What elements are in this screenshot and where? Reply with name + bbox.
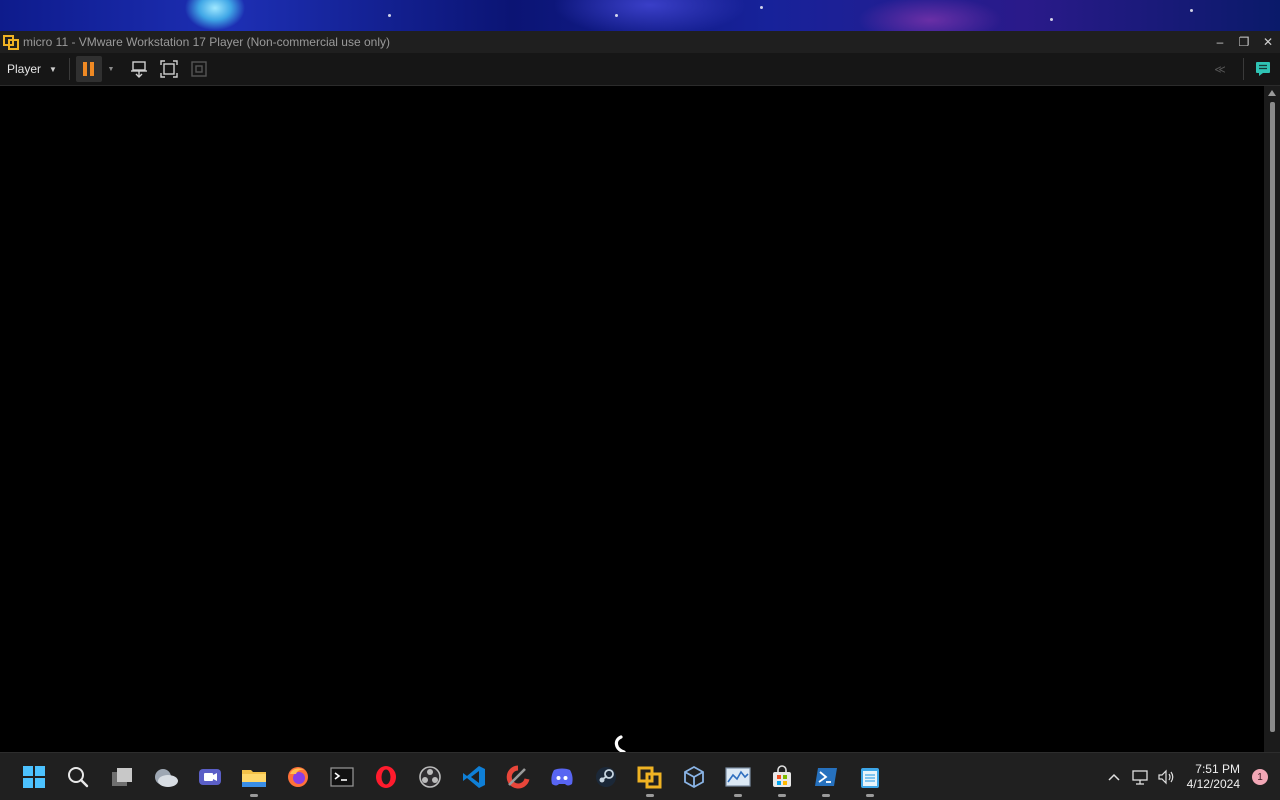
window-title: micro 11 - VMware Workstation 17 Player … [23, 35, 391, 49]
toolbar-separator [68, 58, 70, 80]
folder-icon [242, 770, 266, 787]
start-button[interactable] [12, 755, 56, 799]
scrollbar-thumb[interactable] [1270, 102, 1275, 732]
obs-icon [419, 766, 441, 788]
restore-button[interactable]: ❐ [1232, 31, 1256, 53]
firefox-icon [288, 767, 308, 787]
obs-button[interactable] [408, 755, 452, 799]
running-indicator [866, 794, 874, 797]
terminal-icon [330, 767, 354, 787]
send-ctrl-alt-del-button[interactable] [126, 56, 152, 82]
pause-icon [82, 62, 94, 76]
discord-icon [551, 768, 573, 786]
message-log-icon [1256, 62, 1270, 76]
chevron-up-icon [1108, 773, 1120, 781]
running-indicator [822, 794, 830, 797]
vmware-button[interactable] [628, 755, 672, 799]
desktop-wallpaper [0, 0, 1280, 31]
title-bar[interactable]: micro 11 - VMware Workstation 17 Player … [0, 31, 1280, 53]
vscode-icon [463, 766, 485, 788]
player-menu-button[interactable]: Player ▼ [0, 53, 63, 85]
network-button[interactable] [1127, 762, 1153, 792]
clock-time: 7:51 PM [1195, 762, 1240, 776]
task-view-button[interactable] [100, 755, 144, 799]
running-indicator [250, 794, 258, 797]
widgets-button[interactable] [144, 755, 188, 799]
minimize-button[interactable]: – [1208, 31, 1232, 53]
system-tray: 7:51 PM 4/12/2024 1 [1101, 753, 1280, 800]
vmware-icon [637, 766, 662, 789]
notepad-button[interactable] [848, 755, 892, 799]
unity-icon [191, 61, 207, 77]
chevron-down-icon: ▼ [49, 64, 57, 74]
toolbar-separator [1243, 58, 1244, 80]
toolbar: Player ▼ ▼ ≪ [0, 53, 1280, 86]
close-button[interactable]: ✕ [1256, 31, 1280, 53]
show-hidden-icons-button[interactable] [1101, 762, 1127, 792]
task-view-icon [112, 768, 132, 786]
volume-button[interactable] [1153, 762, 1179, 792]
steam-button[interactable] [584, 755, 628, 799]
running-indicator [646, 794, 654, 797]
ctrl-alt-del-icon [130, 61, 147, 78]
virtualbox-icon [684, 765, 704, 789]
virtualbox-button[interactable] [672, 755, 716, 799]
running-indicator [734, 794, 742, 797]
vm-display[interactable] [0, 86, 1264, 754]
terminal-button[interactable] [320, 755, 364, 799]
video-camera-icon [199, 769, 221, 785]
vmware-app-icon [3, 35, 19, 50]
resource-monitor-icon [725, 767, 751, 787]
running-indicator [778, 794, 786, 797]
resource-monitor-button[interactable] [716, 755, 760, 799]
taskbar: 7:51 PM 4/12/2024 1 [0, 752, 1280, 800]
opera-icon [376, 766, 396, 788]
pause-button[interactable] [75, 56, 102, 82]
collapse-icon[interactable]: ≪ [1207, 56, 1233, 82]
meet-now-button[interactable] [188, 755, 232, 799]
powershell-button[interactable] [804, 755, 848, 799]
steam-icon [596, 767, 616, 787]
message-log-button[interactable] [1250, 56, 1276, 82]
discord-button[interactable] [540, 755, 584, 799]
player-menu-label: Player [7, 62, 42, 76]
unity-button[interactable] [186, 56, 212, 82]
notepad-icon [861, 768, 879, 788]
vscode-button[interactable] [452, 755, 496, 799]
search-button[interactable] [56, 755, 100, 799]
network-icon [1131, 770, 1148, 785]
vertical-scrollbar[interactable] [1264, 86, 1280, 752]
vmware-window: micro 11 - VMware Workstation 17 Player … [0, 31, 1280, 754]
desktop: micro 11 - VMware Workstation 17 Player … [0, 0, 1280, 800]
clock[interactable]: 7:51 PM 4/12/2024 [1179, 762, 1246, 792]
ccleaner-button[interactable] [496, 755, 540, 799]
power-options-dropdown[interactable]: ▼ [104, 56, 118, 82]
search-icon [68, 767, 89, 788]
firefox-button[interactable] [276, 755, 320, 799]
full-screen-button[interactable] [156, 56, 182, 82]
clock-date: 4/12/2024 [1186, 777, 1240, 791]
weather-cloud-icon [155, 769, 178, 787]
volume-icon [1158, 769, 1173, 785]
full-screen-icon [160, 60, 178, 78]
microsoft-store-button[interactable] [760, 755, 804, 799]
ccleaner-icon [506, 765, 530, 789]
store-bag-icon [773, 765, 791, 787]
file-explorer-button[interactable] [232, 755, 276, 799]
scroll-up-arrow-icon[interactable] [1268, 90, 1276, 96]
opera-button[interactable] [364, 755, 408, 799]
windows-logo-icon [23, 766, 45, 788]
powershell-icon [815, 768, 837, 786]
chevron-down-icon: ▼ [107, 65, 115, 73]
notification-badge[interactable]: 1 [1252, 769, 1268, 785]
